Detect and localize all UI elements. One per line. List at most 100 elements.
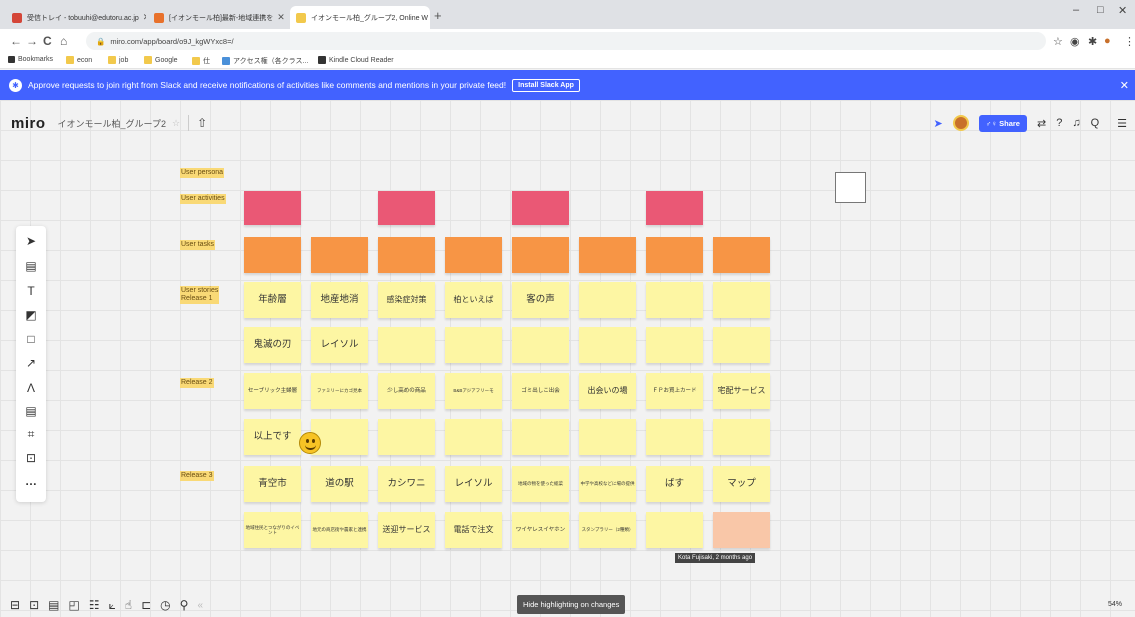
sticky-note[interactable]	[311, 237, 368, 273]
sticky-note[interactable]	[713, 237, 770, 273]
hide-highlighting-button[interactable]: Hide highlighting on changes	[517, 595, 626, 614]
sticky-note[interactable]	[378, 419, 435, 455]
sticky-note[interactable]	[244, 191, 301, 225]
comment-tool-icon[interactable]: ▤	[16, 404, 46, 418]
row-label-release-1[interactable]: User stories Release 1	[180, 286, 220, 304]
bookmark-item[interactable]: 仕	[192, 56, 210, 66]
collapse-icon[interactable]: «	[197, 600, 203, 611]
sticky-note[interactable]	[579, 237, 636, 273]
install-slack-button[interactable]: Install Slack App	[512, 78, 580, 92]
bookmark-item[interactable]: Bookmarks	[8, 56, 53, 63]
sticky-note[interactable]: 地産地消	[311, 282, 368, 318]
sticky-note[interactable]: 地域住民とつながりのイベント	[244, 512, 301, 548]
sticky-note[interactable]	[445, 419, 502, 455]
sticky-note[interactable]: ばす	[646, 466, 703, 502]
sticky-note[interactable]	[445, 237, 502, 273]
browser-tab-3[interactable]: イオンモール柏_グループ2, Online W ✕	[290, 6, 430, 29]
sticky-note[interactable]: ゴミ出しこ出会	[512, 373, 569, 409]
extension-icon[interactable]: ◉	[1070, 35, 1080, 48]
bookmark-star-icon[interactable]: ☆	[1053, 35, 1063, 48]
minimize-button[interactable]: –	[1073, 4, 1079, 16]
sticky-note[interactable]: レイソル	[445, 466, 502, 502]
sticky-note[interactable]: 中学や高校などに場の提供	[579, 466, 636, 502]
sticky-note[interactable]: 地元の商店街や農家と連携	[311, 512, 368, 548]
sticky-note[interactable]: 出会いの場	[579, 373, 636, 409]
search-icon[interactable]: Q	[1091, 117, 1100, 129]
sticky-note[interactable]: 感染症対策	[378, 282, 435, 318]
sticky-note[interactable]	[713, 419, 770, 455]
close-icon[interactable]: ✕	[1120, 79, 1129, 92]
sticky-note[interactable]	[646, 191, 703, 225]
row-label-tasks[interactable]: User tasks	[180, 240, 216, 250]
tab-close-icon[interactable]: ✕	[428, 12, 430, 23]
pen-tool-icon[interactable]: Ʌ	[16, 381, 46, 395]
presentation-icon[interactable]: ⊏	[141, 598, 151, 612]
reload-icon[interactable]: C	[43, 34, 52, 48]
sticky-note[interactable]	[579, 327, 636, 363]
row-label-release-3[interactable]: Release 3	[180, 471, 214, 481]
shape-tool-icon[interactable]: □	[16, 332, 46, 346]
more-tools-icon[interactable]: …	[16, 474, 46, 488]
sticky-note[interactable]	[646, 327, 703, 363]
connection-line-tool-icon[interactable]: ↗	[16, 356, 46, 370]
browser-tab-1[interactable]: 受信トレイ - tobuuhi@edutoru.ac.jp ✕	[6, 6, 146, 29]
vote-icon[interactable]: ☝	[125, 598, 132, 612]
cursor-flag-icon[interactable]: ➤	[934, 117, 943, 130]
sticky-note[interactable]: 道の駅	[311, 466, 368, 502]
board-name[interactable]: イオンモール柏_グループ2	[58, 117, 166, 130]
screen-share-icon[interactable]: ⟀	[109, 598, 116, 613]
sticky-note[interactable]	[244, 237, 301, 273]
back-icon[interactable]: ←	[10, 34, 22, 48]
browser-tab-2[interactable]: [イオンモール柏]最新-地域連携を ✕	[148, 6, 288, 29]
row-label-release-2[interactable]: Release 2	[180, 378, 214, 388]
cards-icon[interactable]: ◰	[68, 598, 79, 612]
board-menu-icon[interactable]: ☰	[1117, 117, 1127, 130]
sticky-note[interactable]: 年齢層	[244, 282, 301, 318]
sticky-note[interactable]	[512, 237, 569, 273]
sticky-note[interactable]: 柏といえば	[445, 282, 502, 318]
sticky-note[interactable]	[512, 327, 569, 363]
help-icon[interactable]: ?	[1056, 117, 1062, 129]
timer-icon[interactable]: ◷	[160, 598, 170, 612]
row-label-persona[interactable]: User persona	[180, 168, 225, 178]
smiley-emoji-icon[interactable]	[299, 432, 321, 454]
browser-menu-icon[interactable]: ⋮	[1124, 35, 1135, 48]
extensions-puzzle-icon[interactable]: ✱	[1088, 35, 1097, 48]
sticky-note[interactable]: 客の声	[512, 282, 569, 318]
miro-logo[interactable]: miro	[11, 115, 46, 132]
sticky-note[interactable]: 鬼滅の刃	[244, 327, 301, 363]
sticky-note[interactable]: カシワニ	[378, 466, 435, 502]
chat-icon[interactable]: ▤	[48, 598, 59, 612]
tab-close-icon[interactable]: ✕	[139, 12, 146, 23]
sticky-note[interactable]: ＦＰお買上カード	[646, 373, 703, 409]
sticky-note-tool-icon[interactable]: ◩	[16, 308, 46, 322]
sticky-note[interactable]: 電話で注文	[445, 512, 502, 548]
text-tool-icon[interactable]: T	[16, 284, 46, 298]
bookmark-item[interactable]: econ	[66, 56, 92, 64]
sticky-note[interactable]: ファミリーにカゴ見本	[311, 373, 368, 409]
sticky-note[interactable]: 以上です	[244, 419, 301, 455]
bookmark-item[interactable]: アクセス権（各クラス...	[222, 56, 308, 66]
star-icon[interactable]: ☆	[172, 118, 180, 129]
sticky-note[interactable]	[445, 327, 502, 363]
maximize-button[interactable]: □	[1097, 4, 1104, 16]
profile-avatar-icon[interactable]: ●	[1104, 35, 1111, 47]
sort-icon[interactable]: ⇄	[1037, 117, 1046, 130]
template-tool-icon[interactable]: ▤	[16, 259, 46, 273]
comments-icon[interactable]: ⊡	[29, 598, 39, 612]
forward-icon[interactable]: →	[26, 34, 38, 48]
kanban-icon[interactable]: ☷	[89, 598, 100, 612]
frames-icon[interactable]: ⊟	[10, 598, 20, 612]
sticky-note[interactable]: 青空市	[244, 466, 301, 502]
select-tool-icon[interactable]: ➤	[16, 234, 46, 248]
tab-close-icon[interactable]: ✕	[273, 12, 285, 23]
avatar[interactable]	[952, 115, 969, 131]
sticky-note[interactable]: スタンプラリー（2種類）	[579, 512, 636, 548]
sticky-note[interactable]	[512, 419, 569, 455]
home-icon[interactable]: ⌂	[60, 34, 67, 48]
frame-tool-icon[interactable]: ⌗	[16, 427, 46, 442]
sticky-note[interactable]	[646, 282, 703, 318]
row-label-activities[interactable]: User activities	[180, 194, 226, 204]
sticky-note[interactable]: 地域の物を使った総菜	[512, 466, 569, 502]
share-button[interactable]: ♂♀ Share	[978, 114, 1027, 132]
